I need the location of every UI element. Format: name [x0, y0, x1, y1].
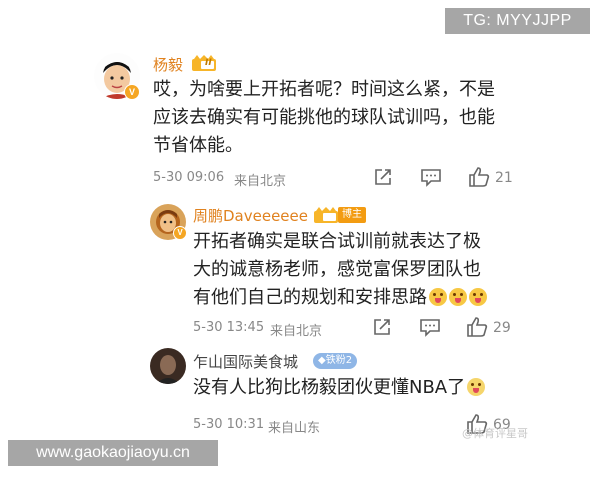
diamond-icon: ◆ — [318, 355, 326, 366]
comment-icon[interactable] — [420, 167, 442, 187]
like-icon[interactable] — [468, 166, 490, 188]
commenter-name[interactable]: 周鹏Daveeeeee — [193, 205, 308, 226]
tg-watermark: TG: MYYJJPP — [445, 8, 590, 34]
commenter-name[interactable]: 杨毅 — [153, 54, 183, 75]
comment-time: 5-30 13:45 — [193, 320, 265, 335]
commenter-name[interactable]: 乍山国际美食城 — [193, 351, 298, 372]
crown-icon — [192, 55, 216, 71]
emoji-icon — [469, 288, 487, 306]
crown-icon — [314, 207, 338, 223]
level-badge: II — [205, 58, 212, 68]
verified-icon: V — [173, 226, 187, 240]
comment-location: 来自山东 — [268, 421, 321, 436]
comment-text: 没有人比狗比杨毅团伙更懂NBA了 — [193, 374, 533, 402]
emoji-icon — [467, 378, 486, 396]
comment-time: 5-30 10:31 — [193, 417, 265, 432]
verified-icon: V — [124, 84, 140, 100]
like-count: 21 — [495, 170, 513, 186]
avatar[interactable] — [150, 348, 186, 384]
emoji-icon — [449, 288, 467, 306]
author-tag: 博主 — [338, 207, 366, 223]
weibo-watermark: @体育评星哥 — [462, 427, 528, 440]
share-icon[interactable] — [372, 317, 392, 337]
comment-text: 哎，为啥要上开拓者呢？时间这么紧，不是 应该去确实有可能挑他的球队试训吗，也能 … — [153, 79, 495, 156]
share-icon[interactable] — [373, 167, 393, 187]
site-watermark: www.gaokaojiaoyu.cn — [8, 440, 218, 466]
like-icon[interactable] — [466, 316, 488, 338]
fans-tag: ◆铁粉2 — [313, 353, 358, 369]
like-count: 29 — [493, 320, 511, 336]
comment-location: 来自北京 — [234, 174, 287, 189]
emoji-icon — [429, 288, 447, 306]
comment-time: 5-30 09:06 — [153, 170, 225, 185]
comment-location: 来自北京 — [270, 324, 323, 339]
comment-text: 开拓者确实是联合试训前就表达了极 大的诚意杨老师，感觉富保罗团队也 有他们自己的… — [193, 228, 523, 312]
comment-icon[interactable] — [419, 317, 441, 337]
